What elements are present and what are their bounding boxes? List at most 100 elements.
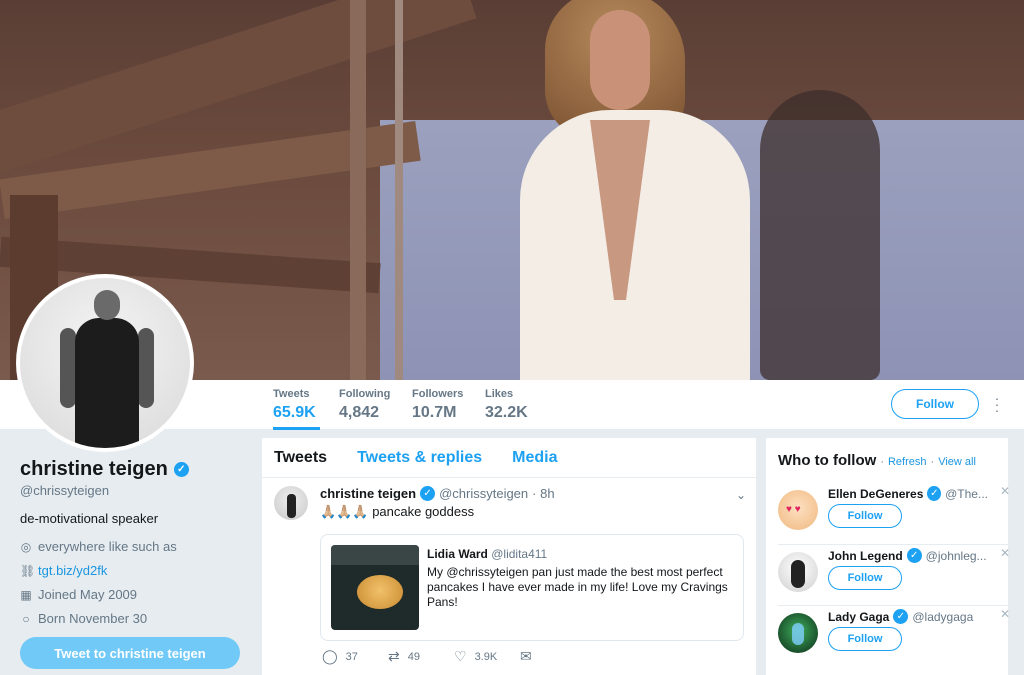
divider (778, 605, 1008, 606)
suggestion-name[interactable]: John Legend (828, 549, 903, 563)
profile-born: Born November 30 (38, 611, 148, 626)
calendar-icon: ▦ (20, 587, 32, 602)
suggestion-avatar[interactable] (778, 552, 818, 592)
stat-value: 32.2K (485, 404, 528, 421)
praying-hands-emoji: 🙏🏼🙏🏼🙏🏼 (320, 504, 369, 519)
reply-icon: ◯ (322, 648, 338, 664)
follow-button[interactable]: Follow (828, 627, 902, 651)
like-count: 3.9K (474, 650, 498, 663)
separator: · (880, 456, 884, 468)
retweet-button[interactable]: ⇄ 49 (388, 648, 454, 665)
profile-joined: Joined May 2009 (38, 587, 138, 602)
tweet-author-name[interactable]: christine teigen (320, 486, 416, 501)
verified-badge-icon: ✓ (173, 462, 189, 477)
profile-name[interactable]: christine teigen (20, 458, 168, 481)
profile-avatar[interactable] (16, 274, 194, 452)
banner-shadow (760, 90, 880, 380)
stat-label: Likes (485, 388, 514, 400)
avatar-figure-arm (138, 328, 154, 408)
suggestion-john-legend[interactable]: John Legend ✓ @johnleg... Follow ✕ (778, 546, 1010, 606)
tweet[interactable]: ⌄ christine teigen ✓ @chrissyteigen · 8h… (262, 478, 756, 674)
chevron-down-icon[interactable]: ⌄ (736, 488, 746, 502)
view-all-link[interactable]: View all (938, 456, 976, 468)
suggestion-name[interactable]: Ellen DeGeneres (828, 487, 923, 501)
stat-value: 65.9K (273, 404, 316, 421)
stat-tweets[interactable]: Tweets 65.9K (273, 388, 320, 430)
stat-label: Followers (412, 388, 464, 400)
tab-media[interactable]: Media (512, 449, 557, 467)
follow-button[interactable]: Follow (891, 389, 979, 419)
tweet-actions: ◯ 37 ⇄ 49 ♡ 3.9K ✉ (322, 648, 586, 665)
profile-born-row: ○ Born November 30 (20, 611, 250, 626)
follow-button[interactable]: Follow (828, 504, 902, 528)
tweet-header: christine teigen ✓ @chrissyteigen · 8h (320, 486, 744, 501)
quoted-tweet-image[interactable] (331, 545, 419, 630)
tab-tweets-replies[interactable]: Tweets & replies (357, 449, 482, 467)
profile-joined-row: ▦ Joined May 2009 (20, 587, 250, 602)
quoted-author-handle: @lidita411 (491, 547, 548, 561)
suggestion-handle[interactable]: @johnleg... (926, 549, 987, 563)
heart-icon: ♡ (454, 648, 467, 664)
tab-tweets[interactable]: Tweets (274, 449, 327, 467)
tweet-avatar[interactable] (274, 486, 308, 520)
avatar-figure-dress (75, 318, 139, 448)
divider (778, 544, 1008, 545)
retweet-count: 49 (407, 650, 420, 663)
who-to-follow-header: Who to follow · Refresh · View all (778, 452, 996, 469)
quoted-tweet[interactable]: Lidia Ward @lidita411 My @chrissyteigen … (320, 534, 744, 641)
tweet-text: 🙏🏼🙏🏼🙏🏼 pancake goddess (320, 504, 744, 520)
suggestion-name-row: Lady Gaga ✓ @ladygaga (828, 609, 988, 624)
stat-label: Following (339, 388, 391, 400)
quoted-tweet-body: Lidia Ward @lidita411 My @chrissyteigen … (427, 547, 733, 610)
profile-location-row: ◎ everywhere like such as (20, 539, 250, 554)
suggestion-avatar[interactable]: ♥ ♥ (778, 490, 818, 530)
close-icon[interactable]: ✕ (1000, 546, 1010, 560)
suggestion-handle[interactable]: @ladygaga (912, 610, 973, 624)
profile-website-row: ⛓ tgt.biz/yd2fk (20, 563, 250, 578)
stat-following[interactable]: Following 4,842 (339, 388, 390, 422)
refresh-link[interactable]: Refresh (888, 456, 927, 468)
banner-post (395, 0, 403, 380)
banner-post (350, 0, 366, 380)
profile-website-link[interactable]: tgt.biz/yd2fk (38, 563, 107, 578)
close-icon[interactable]: ✕ (1000, 484, 1010, 498)
suggestion-lady-gaga[interactable]: Lady Gaga ✓ @ladygaga Follow ✕ (778, 607, 1010, 667)
retweet-icon: ⇄ (388, 648, 400, 664)
verified-badge-icon: ✓ (906, 548, 922, 563)
heart-eyes-icon: ♥ ♥ (786, 504, 801, 515)
profile-name-row: christine teigen ✓ (20, 458, 250, 481)
stat-label: Tweets (273, 388, 310, 400)
envelope-icon: ✉ (520, 648, 532, 664)
close-icon[interactable]: ✕ (1000, 607, 1010, 621)
avatar-image (20, 278, 190, 448)
suggestion-handle[interactable]: @The... (945, 487, 988, 501)
timeline-tabs: Tweets Tweets & replies Media (262, 438, 756, 478)
location-pin-icon: ◎ (20, 539, 32, 554)
quoted-author-name: Lidia Ward (427, 547, 488, 561)
verified-badge-icon: ✓ (893, 609, 909, 624)
suggestion-avatar[interactable] (778, 613, 818, 653)
tweet-author-handle[interactable]: @chrissyteigen (439, 486, 528, 501)
profile-handle[interactable]: @chrissyteigen (20, 483, 250, 498)
follow-button[interactable]: Follow (828, 566, 902, 590)
suggestion-name-row: John Legend ✓ @johnleg... (828, 548, 988, 563)
image-pancake (357, 575, 403, 609)
more-vertical-icon[interactable]: · · · (992, 391, 1002, 417)
balloon-icon: ○ (22, 611, 30, 626)
separator: · (930, 456, 935, 468)
stat-value: 10.7M (412, 404, 457, 421)
timeline: Tweets Tweets & replies Media ⌄ christin… (262, 438, 756, 675)
profile-card: christine teigen ✓ @chrissyteigen de-mot… (20, 458, 250, 626)
tweet-timestamp[interactable]: · 8h (532, 486, 554, 501)
suggestion-ellen[interactable]: ♥ ♥ Ellen DeGeneres ✓ @The... Follow ✕ (778, 484, 1010, 544)
tweet-to-button[interactable]: Tweet to christine teigen (20, 637, 240, 669)
suggestion-name[interactable]: Lady Gaga (828, 610, 889, 624)
image-pan-rim (331, 545, 419, 565)
stat-followers[interactable]: Followers 10.7M (412, 388, 463, 422)
avatar-figure (791, 560, 805, 588)
like-button[interactable]: ♡ 3.9K (454, 648, 520, 665)
banner-face (590, 10, 650, 110)
direct-message-button[interactable]: ✉ (520, 648, 586, 665)
stat-likes[interactable]: Likes 32.2K (485, 388, 528, 422)
reply-button[interactable]: ◯ 37 (322, 648, 388, 665)
